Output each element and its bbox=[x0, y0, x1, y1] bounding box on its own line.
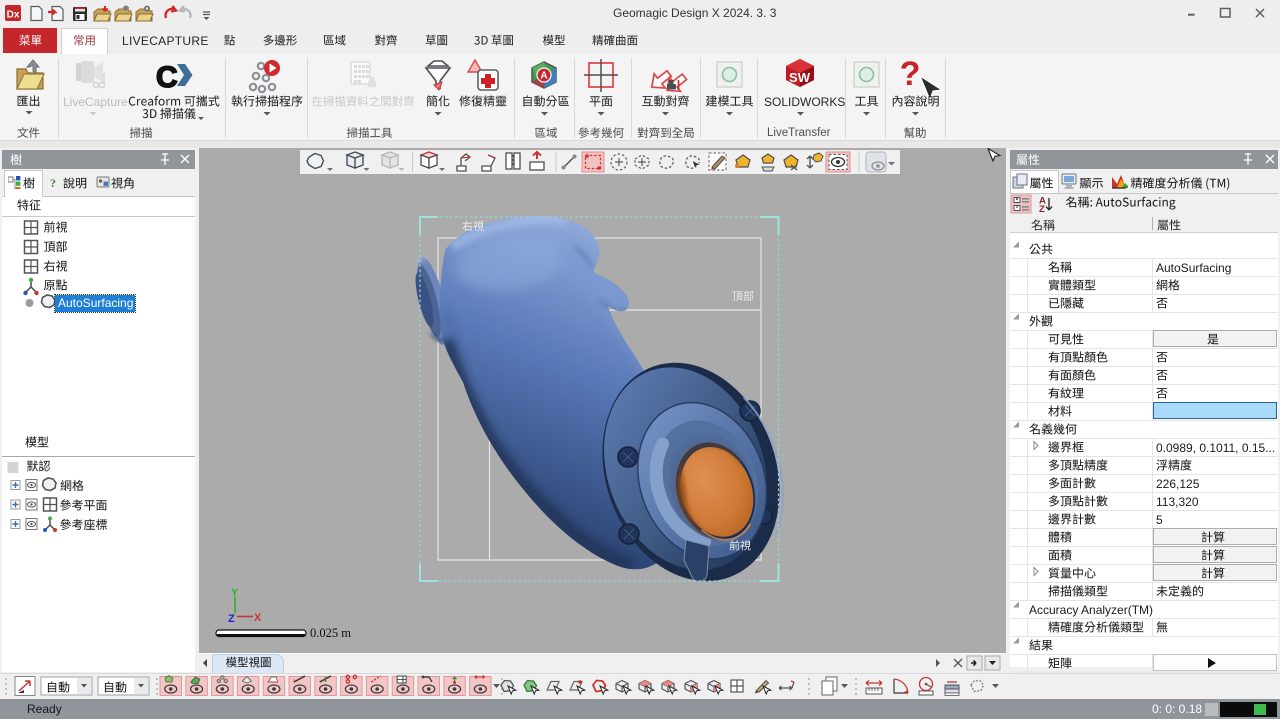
svg-text:Dx: Dx bbox=[7, 10, 20, 21]
svg-text:A: A bbox=[540, 71, 547, 82]
svg-text:Z: Z bbox=[1039, 204, 1045, 214]
svg-text:?: ? bbox=[900, 55, 921, 93]
svg-text:Y: Y bbox=[231, 587, 239, 599]
svg-text:0.025 m: 0.025 m bbox=[310, 626, 351, 640]
svg-text:?: ? bbox=[50, 176, 56, 189]
svg-text:C: C bbox=[156, 61, 178, 94]
svg-text:X: X bbox=[254, 612, 262, 624]
svg-text:Z: Z bbox=[228, 613, 235, 625]
svg-text:SW: SW bbox=[789, 70, 811, 85]
